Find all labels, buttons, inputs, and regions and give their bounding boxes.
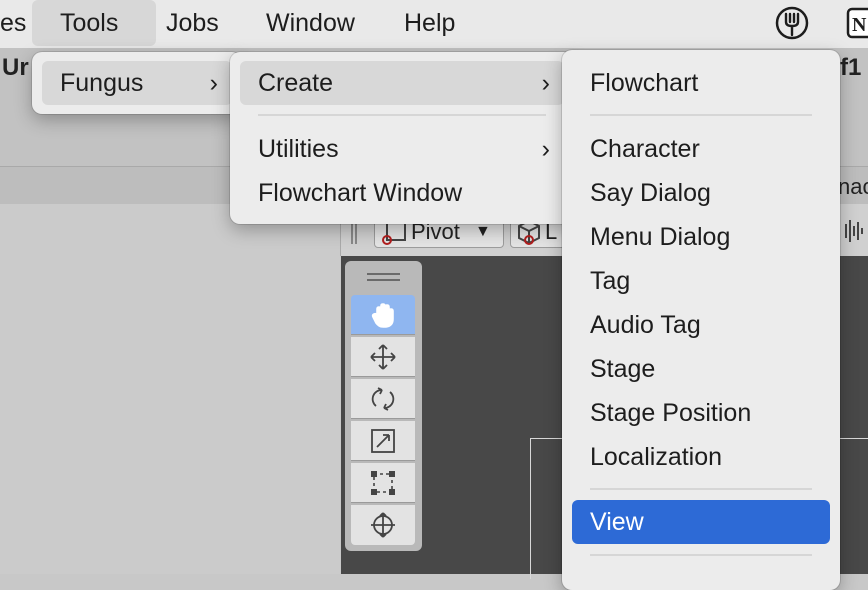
menu-separator — [590, 554, 812, 556]
editor-title-right: f1 — [840, 54, 862, 81]
hand-tool-button[interactable] — [351, 295, 415, 335]
menu-item-utilities[interactable]: Utilities › — [240, 127, 564, 171]
menubar-item-tools[interactable]: Tools — [32, 0, 156, 46]
chevron-right-icon: › — [541, 69, 550, 97]
menu-item-create[interactable]: Create › — [240, 61, 564, 105]
rect-tool-button[interactable] — [351, 463, 415, 503]
menu-item-localization[interactable]: Localization — [572, 435, 830, 479]
fork-icon[interactable] — [775, 6, 809, 40]
transform-icon — [371, 512, 395, 538]
fungus-submenu: Create › Utilities › Flowchart Window — [230, 52, 574, 224]
menu-item-character[interactable]: Character — [572, 127, 830, 171]
menu-item-utilities-label: Utilities — [258, 135, 339, 163]
menu-item-stage[interactable]: Stage — [572, 347, 830, 391]
menu-item-stage-position[interactable]: Stage Position — [572, 391, 830, 435]
menu-item-say-dialog[interactable]: Say Dialog — [572, 171, 830, 215]
scale-tool-button[interactable] — [351, 421, 415, 461]
chevron-right-icon: › — [541, 135, 550, 163]
menu-item-flowchart[interactable]: Flowchart — [572, 61, 830, 105]
scale-icon — [371, 428, 395, 453]
menu-bar: es Tools Jobs Window Help N — [0, 0, 868, 49]
menu-item-fungus-label: Fungus — [60, 69, 144, 97]
menu-separator — [258, 114, 546, 116]
menu-item-view[interactable]: View — [572, 500, 830, 544]
svg-text:N: N — [852, 14, 867, 36]
menu-item-create-label: Create — [258, 69, 334, 97]
create-submenu: Flowchart Character Say Dialog Menu Dial… — [562, 50, 840, 590]
notion-icon[interactable]: N — [846, 6, 868, 40]
menu-separator — [590, 114, 812, 116]
menubar-item-help[interactable]: Help — [390, 0, 469, 46]
tools-menu: Fungus › — [32, 52, 242, 114]
menu-item-tag[interactable]: Tag — [572, 259, 830, 303]
scene-tools-panel — [345, 261, 422, 551]
editor-tab-fragment[interactable]: nac — [838, 174, 868, 200]
panel-grip[interactable] — [367, 273, 400, 275]
menu-item-flowchart-window[interactable]: Flowchart Window — [240, 171, 564, 215]
rotate-icon — [371, 386, 395, 411]
rect-transform-icon — [371, 470, 395, 495]
rotate-tool-button[interactable] — [351, 379, 415, 419]
hierarchy-panel — [0, 204, 340, 574]
move-tool-button[interactable] — [351, 337, 415, 377]
chevron-right-icon: › — [209, 69, 218, 97]
hand-icon — [371, 302, 394, 328]
menubar-item-jobs[interactable]: Jobs — [152, 0, 233, 46]
menubar-item-window[interactable]: Window — [252, 0, 369, 46]
editor-title-left: Ur — [2, 54, 29, 81]
transform-tool-button[interactable] — [351, 505, 415, 545]
menu-item-fungus[interactable]: Fungus › — [42, 61, 232, 105]
move-icon — [370, 343, 396, 370]
audio-icon[interactable] — [840, 214, 868, 248]
menu-item-menu-dialog[interactable]: Menu Dialog — [572, 215, 830, 259]
menu-separator — [590, 488, 812, 490]
menu-item-audio-tag[interactable]: Audio Tag — [572, 303, 830, 347]
menu-item-flowchart-window-label: Flowchart Window — [258, 179, 463, 207]
panel-grip-line — [367, 279, 400, 281]
